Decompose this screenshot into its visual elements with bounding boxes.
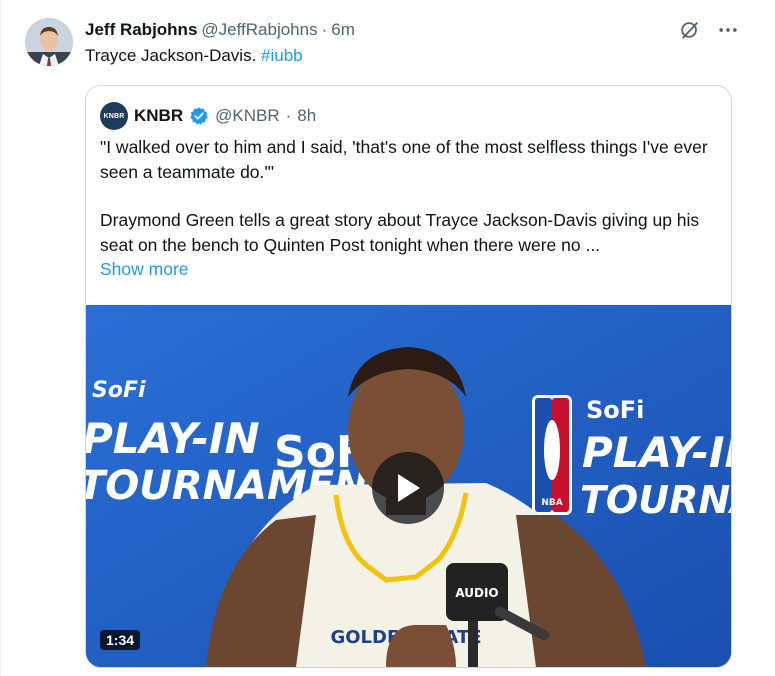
verified-badge-icon [190,107,208,125]
quoted-author-name[interactable]: KNBR [134,106,183,126]
tweet-timestamp[interactable]: 6m [331,20,355,40]
tweet-text: Trayce Jackson-Davis. #iubb [85,46,303,66]
quoted-avatar-logo: KNBR [103,112,125,120]
video-duration: 1:34 [100,630,141,650]
tweet-body: Trayce Jackson-Davis. [85,46,262,65]
quoted-timestamp[interactable]: 8h [297,106,316,126]
author-avatar[interactable] [25,18,73,66]
quoted-paragraph: Draymond Green tells a great story about… [100,210,700,255]
mic-flag-text: AUDIO [455,586,498,600]
nba-logo-text: NBA [541,498,562,508]
quoted-author-handle[interactable]: @KNBR [215,106,280,126]
more-icon[interactable] [716,18,740,42]
sign-text: TOURNAMENT [580,478,731,522]
separator-dot: · [285,106,292,125]
sign-text: PLAY-IN [86,414,260,463]
play-button[interactable] [372,452,444,524]
separator-dot: · [321,20,328,39]
tweet-header: Jeff Rabjohns @JeffRabjohns · 6m [85,18,355,42]
quoted-tweet-text: "I walked over to him and I said, 'that'… [100,135,715,282]
hashtag-link[interactable]: #iubb [261,46,303,65]
quoted-avatar[interactable]: KNBR [100,102,128,130]
quoted-paragraph: "I walked over to him and I said, 'that'… [100,137,708,182]
sign-text: PLAY-IN [582,428,731,477]
avatar-image [25,18,73,66]
quoted-tweet-header: KNBR KNBR @KNBR · 8h [100,102,316,130]
video-player[interactable]: SoFi PLAY-IN TOURNAMENT SoFi NBA SoFi PL… [86,305,731,667]
sign-text: SoFi [92,378,146,403]
sign-text: SoFi [586,396,644,424]
quoted-tweet[interactable]: KNBR KNBR @KNBR · 8h "I walked over to h… [85,85,732,668]
author-handle[interactable]: @JeffRabjohns [201,20,317,40]
grok-icon[interactable] [678,18,702,42]
show-more-link[interactable]: Show more [100,257,715,282]
tweet-top-actions [678,18,740,42]
play-icon [398,474,420,502]
tweet[interactable]: Jeff Rabjohns @JeffRabjohns · 6m Trayce … [0,0,775,676]
author-name[interactable]: Jeff Rabjohns [85,20,197,40]
